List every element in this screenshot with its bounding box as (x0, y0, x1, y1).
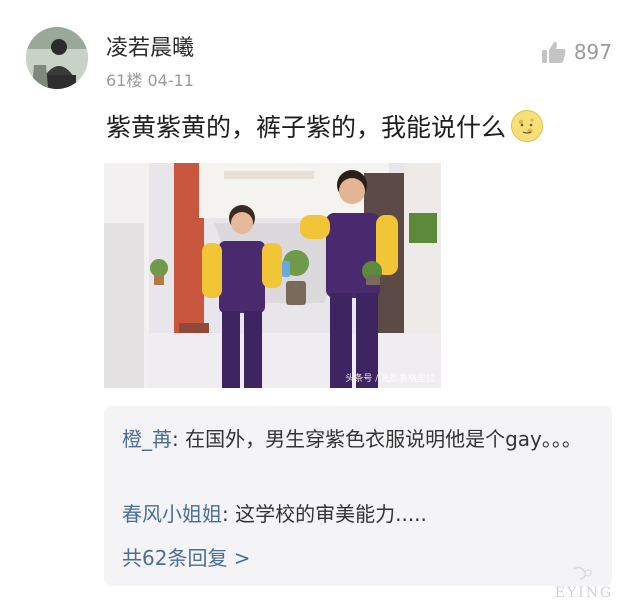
reply-text: 在国外，男生穿紫色衣服说明他是个gay。。。 (185, 427, 582, 451)
like-button[interactable]: 897 (541, 40, 612, 64)
username[interactable]: 凌若晨曦 (106, 30, 194, 62)
comment-body: 紫黄紫黄的，裤子紫的，我能说什么 (106, 113, 507, 142)
reply-separator: : (172, 427, 186, 451)
comment-meta: 61楼 04-11 (106, 67, 194, 91)
avatar-image (26, 27, 88, 89)
reply-separator: : (222, 502, 236, 526)
reply-author[interactable]: 春风小姐姐 (122, 502, 222, 526)
reply-item[interactable]: 橙_苒: 在国外，男生穿紫色衣服说明他是个gay。。。 (122, 424, 592, 454)
reply-text: 这学校的审美能力..... (235, 502, 427, 526)
avatar[interactable] (26, 27, 88, 89)
photo-watermark: 头条号 / 光影香格里拉 (345, 374, 435, 384)
comment-date: 04-11 (147, 71, 194, 90)
reply-item[interactable]: 春风小姐姐: 这学校的审美能力..... (122, 499, 592, 529)
svg-text:EYING: EYING (555, 585, 613, 601)
view-all-replies-link[interactable]: 共62条回复 > (122, 542, 251, 571)
reply-preview-box[interactable]: 橙_苒: 在国外，男生穿紫色衣服说明他是个gay。。。 春风小姐姐: 这学校的审… (104, 406, 612, 586)
attached-photo[interactable]: 头条号 / 光影香格里拉 (104, 163, 441, 388)
comment-text: 紫黄紫黄的，裤子紫的，我能说什么 (106, 108, 544, 144)
eying-logo-watermark: EYING (555, 566, 613, 601)
students-photo (104, 163, 441, 388)
thumbs-up-icon (541, 41, 566, 63)
moon-face-emoji-icon (511, 110, 544, 142)
like-count: 897 (573, 40, 612, 64)
reply-author[interactable]: 橙_苒 (122, 427, 172, 451)
floor-number: 61楼 (106, 71, 143, 90)
